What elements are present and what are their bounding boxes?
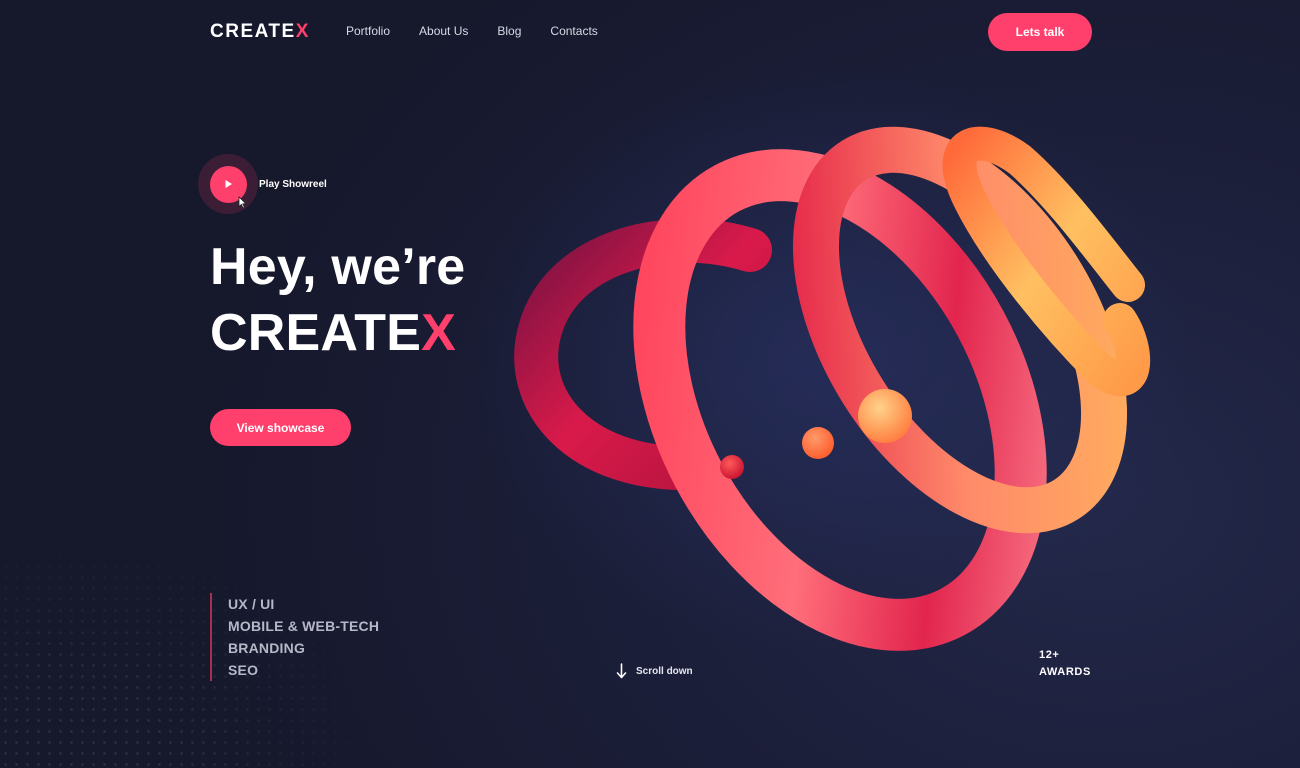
logo[interactable]: CREATE X xyxy=(210,20,310,44)
nav-item-about-us[interactable]: About Us xyxy=(419,24,468,38)
sphere-large xyxy=(858,389,912,443)
logo-accent: X xyxy=(295,21,310,42)
arrow-down-icon xyxy=(616,663,627,679)
hero-title-line2: CREATEX xyxy=(210,300,465,366)
view-showcase-button[interactable]: View showcase xyxy=(210,409,351,446)
service-item-mobile-web: MOBILE & WEB-TECH xyxy=(228,618,380,634)
service-item-seo: SEO xyxy=(228,662,259,678)
service-item-branding: BRANDING xyxy=(228,640,306,656)
play-button-halo xyxy=(198,154,258,214)
hero-title-accent: X xyxy=(421,304,457,362)
hero-title: Hey, we’re CREATEX xyxy=(210,234,465,366)
scroll-down-link[interactable]: Scroll down xyxy=(616,663,693,679)
nav-item-contacts[interactable]: Contacts xyxy=(550,24,597,38)
mouse-pointer-icon xyxy=(238,196,247,209)
logo-text: CREATE xyxy=(210,21,296,42)
play-showreel-label: Play Showreel xyxy=(259,178,327,190)
play-icon xyxy=(225,180,232,188)
service-item-ux-ui: UX / UI xyxy=(228,596,275,612)
nav-item-portfolio[interactable]: Portfolio xyxy=(346,24,390,38)
header: CREATE X Portfolio About Us Blog Contacts… xyxy=(0,0,1300,64)
sphere-small xyxy=(720,455,744,479)
hero-title-line1: Hey, we’re xyxy=(210,238,466,296)
awards-label: AWARDS xyxy=(1039,666,1091,678)
lets-talk-button[interactable]: Lets talk xyxy=(988,13,1092,51)
hero-spiral-illustration xyxy=(514,126,1151,651)
services-list: UX / UI MOBILE & WEB-TECH BRANDING SEO xyxy=(210,593,379,681)
main-nav: Portfolio About Us Blog Contacts xyxy=(346,24,598,38)
sphere-medium xyxy=(802,427,834,459)
scroll-down-label: Scroll down xyxy=(636,665,693,677)
play-showreel-button[interactable]: Play Showreel xyxy=(198,154,327,214)
nav-item-blog[interactable]: Blog xyxy=(497,24,521,38)
hero-title-brand: CREATE xyxy=(210,304,422,362)
